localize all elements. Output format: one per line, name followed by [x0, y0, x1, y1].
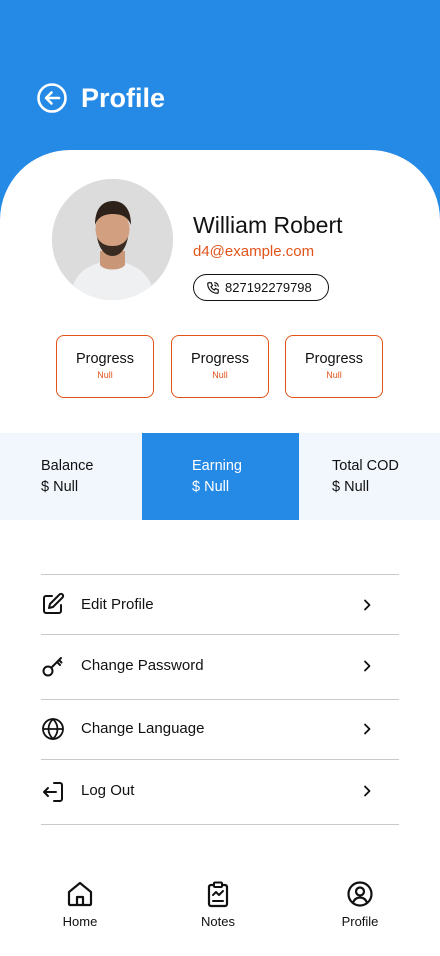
home-icon	[67, 881, 93, 907]
stat-label: Progress	[190, 351, 250, 367]
menu-item-log-out[interactable]: Log Out	[41, 760, 399, 825]
balance-tab[interactable]: Balance $ Null	[0, 433, 142, 520]
total-cod-tab[interactable]: Total COD $ Null	[299, 433, 440, 520]
user-circle-icon	[347, 881, 373, 907]
balance-label: Balance	[41, 458, 94, 474]
key-icon	[42, 657, 63, 677]
stat-label: Progress	[75, 351, 135, 367]
bottom-nav: Home Notes Profile	[0, 868, 440, 956]
earning-value: $ Null	[192, 479, 230, 495]
progress-card[interactable]: Progress Null	[56, 335, 154, 398]
nav-label: Notes	[201, 914, 235, 929]
progress-card[interactable]: Progress Null	[171, 335, 269, 398]
avatar-image	[52, 179, 173, 300]
stat-value: Null	[212, 370, 228, 380]
total-cod-value: $ Null	[332, 479, 370, 495]
page-title: Profile	[81, 83, 166, 113]
stat-value: Null	[326, 370, 342, 380]
phone-number: 827192279798	[225, 280, 312, 295]
stat-value: Null	[97, 370, 113, 380]
phone-icon	[207, 281, 219, 294]
total-cod-label: Total COD	[332, 458, 399, 474]
menu-label: Log Out	[81, 782, 135, 799]
phone-button[interactable]: 827192279798	[193, 274, 329, 301]
nav-label: Home	[62, 914, 98, 929]
globe-icon	[42, 717, 64, 741]
earning-tab[interactable]: Earning $ Null	[142, 433, 299, 520]
edit-icon	[43, 592, 65, 614]
clipboard-icon	[207, 881, 229, 908]
nav-item-home[interactable]: Home	[40, 880, 120, 929]
user-name: William Robert	[193, 212, 343, 238]
menu-label: Edit Profile	[81, 596, 154, 613]
chevron-right-icon	[364, 599, 371, 611]
earning-label: Earning	[192, 458, 242, 474]
avatar	[52, 179, 173, 300]
menu-label: Change Password	[81, 657, 204, 674]
menu-item-change-language[interactable]: Change Language	[41, 700, 399, 760]
user-email[interactable]: d4@example.com	[193, 242, 314, 262]
balance-value: $ Null	[41, 479, 79, 495]
chevron-right-icon	[364, 723, 371, 735]
stat-label: Progress	[304, 351, 364, 367]
settings-menu: Edit Profile Change Password Change Lang…	[41, 574, 399, 825]
progress-card[interactable]: Progress Null	[285, 335, 383, 398]
finance-summary: Balance $ Null Earning $ Null Total COD …	[0, 433, 440, 520]
menu-item-change-password[interactable]: Change Password	[41, 635, 399, 700]
menu-item-edit-profile[interactable]: Edit Profile	[41, 575, 399, 635]
menu-label: Change Language	[81, 720, 205, 737]
chevron-right-icon	[364, 660, 371, 672]
back-arrow-icon[interactable]	[36, 82, 68, 114]
nav-label: Profile	[341, 914, 379, 929]
chevron-right-icon	[364, 785, 371, 797]
logout-icon	[43, 782, 63, 802]
nav-item-notes[interactable]: Notes	[178, 880, 258, 929]
nav-item-profile[interactable]: Profile	[320, 880, 400, 929]
